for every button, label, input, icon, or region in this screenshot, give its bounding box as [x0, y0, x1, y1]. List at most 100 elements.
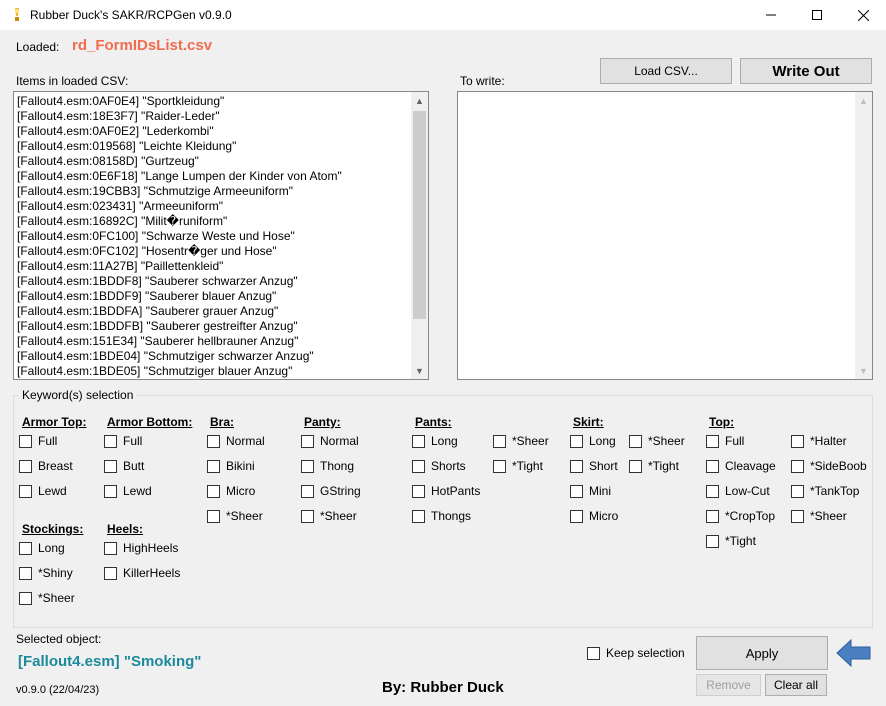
checkbox-armor-bottom-full[interactable]: Full	[104, 433, 142, 449]
window-title: Rubber Duck's SAKR/RCPGen v0.9.0	[30, 8, 232, 22]
checkbox-bra-normal[interactable]: Normal	[207, 433, 265, 449]
checkbox-pants-shorts[interactable]: Shorts	[412, 458, 466, 474]
clear-all-button[interactable]: Clear all	[765, 674, 827, 696]
checkbox-top-low-cut[interactable]: Low-Cut	[706, 483, 770, 499]
checkbox-skirt-long[interactable]: Long	[570, 433, 616, 449]
checkbox-panty-sheer[interactable]: *Sheer	[301, 508, 357, 524]
list-item[interactable]: [Fallout4.esm:18E3F7] "Raider-Leder"	[14, 109, 428, 124]
arrow-left-icon	[836, 638, 871, 668]
checkbox-pants-thongs[interactable]: Thongs	[412, 508, 471, 524]
bra-header: Bra:	[210, 415, 235, 429]
list-item[interactable]: [Fallout4.esm:1BDE04] "Schmutziger schwa…	[14, 349, 428, 364]
list-item[interactable]: [Fallout4.esm:1BDE05] "Schmutziger blaue…	[14, 364, 428, 379]
scroll-down-icon[interactable]: ▼	[855, 362, 872, 379]
top-header: Top:	[709, 415, 735, 429]
title-bar: Rubber Duck's SAKR/RCPGen v0.9.0	[0, 0, 886, 30]
list-item[interactable]: [Fallout4.esm:0FC102] "Hosentr�ger und H…	[14, 244, 428, 259]
checkbox-top-sideboob[interactable]: *SideBoob	[791, 458, 867, 474]
loaded-filename: rd_FormIDsList.csv	[72, 37, 213, 54]
skirt-header: Skirt:	[573, 415, 604, 429]
checkbox-skirt-micro[interactable]: Micro	[570, 508, 618, 524]
list-item[interactable]: [Fallout4.esm:0AF0E2] "Lederkombi"	[14, 124, 428, 139]
list-item[interactable]: [Fallout4.esm:19CBB3] "Schmutzige Armeeu…	[14, 184, 428, 199]
to-write-scrollbar[interactable]: ▲ ▼	[855, 92, 872, 379]
checkbox-pants-long[interactable]: Long	[412, 433, 458, 449]
checkbox-panty-thong[interactable]: Thong	[301, 458, 354, 474]
list-item[interactable]: [Fallout4.esm:1BDDF9] "Sauberer blauer A…	[14, 289, 428, 304]
checkbox-armor-bottom-lewd[interactable]: Lewd	[104, 483, 152, 499]
checkbox-pants-hotpants[interactable]: HotPants	[412, 483, 480, 499]
to-write-listbox[interactable]: ▲ ▼	[457, 91, 873, 380]
author-label: By: Rubber Duck	[382, 679, 504, 696]
scroll-thumb[interactable]	[413, 111, 426, 319]
list-item[interactable]: [Fallout4.esm:1BDDFB] "Sauberer gestreif…	[14, 319, 428, 334]
checkbox-panty-gstring[interactable]: GString	[301, 483, 361, 499]
checkbox-top-full[interactable]: Full	[706, 433, 744, 449]
list-item[interactable]: [Fallout4.esm:019568] "Leichte Kleidung"	[14, 139, 428, 154]
checkbox-stockings-long[interactable]: Long	[19, 540, 65, 556]
checkbox-top-cleavage[interactable]: Cleavage	[706, 458, 776, 474]
maximize-icon	[812, 10, 822, 20]
checkbox-top-halter[interactable]: *Halter	[791, 433, 847, 449]
checkbox-armor-top-full[interactable]: Full	[19, 433, 57, 449]
checkbox-stockings-sheer[interactable]: *Sheer	[19, 590, 75, 606]
csv-items-listbox[interactable]: [Fallout4.esm:0AF0E4] "Sportkleidung" [F…	[13, 91, 429, 380]
csv-list-scrollbar[interactable]: ▲ ▼	[411, 92, 428, 379]
checkbox-top-croptop[interactable]: *CropTop	[706, 508, 775, 524]
checkbox-pants-sheer[interactable]: *Sheer	[493, 433, 549, 449]
checkbox-stockings-shiny[interactable]: *Shiny	[19, 565, 73, 581]
checkbox-skirt-sheer[interactable]: *Sheer	[629, 433, 685, 449]
apply-button[interactable]: Apply	[696, 636, 828, 670]
minimize-button[interactable]	[748, 0, 794, 30]
checkbox-bra-sheer[interactable]: *Sheer	[207, 508, 263, 524]
checkbox-heels-killerheels[interactable]: KillerHeels	[104, 565, 180, 581]
close-button[interactable]	[840, 0, 886, 30]
list-item[interactable]: [Fallout4.esm:08158D] "Gurtzeug"	[14, 154, 428, 169]
keep-selection-checkbox[interactable]: Keep selection	[587, 645, 685, 661]
list-item[interactable]: [Fallout4.esm:1BDDFA] "Sauberer grauer A…	[14, 304, 428, 319]
checkbox-top-tight[interactable]: *Tight	[706, 533, 756, 549]
panty-header: Panty:	[304, 415, 341, 429]
list-item[interactable]: [Fallout4.esm:1BDDF8] "Sauberer schwarze…	[14, 274, 428, 289]
write-out-button[interactable]: Write Out	[740, 58, 872, 84]
checkbox-bra-micro[interactable]: Micro	[207, 483, 255, 499]
scroll-down-icon[interactable]: ▼	[411, 362, 428, 379]
version-label: v0.9.0 (22/04/23)	[16, 684, 100, 696]
checkbox-skirt-short[interactable]: Short	[570, 458, 618, 474]
stockings-header: Stockings:	[22, 522, 84, 536]
scroll-up-icon[interactable]: ▲	[411, 92, 428, 109]
list-item[interactable]: [Fallout4.esm:0AF0E4] "Sportkleidung"	[14, 94, 428, 109]
selected-object-value: [Fallout4.esm] "Smoking"	[18, 653, 202, 670]
selected-object-label: Selected object:	[16, 632, 102, 646]
checkbox-armor-bottom-butt[interactable]: Butt	[104, 458, 144, 474]
list-item[interactable]: [Fallout4.esm:151E34] "Sauberer hellbrau…	[14, 334, 428, 349]
checkbox-panty-normal[interactable]: Normal	[301, 433, 359, 449]
checkbox-bra-bikini[interactable]: Bikini	[207, 458, 255, 474]
remove-button[interactable]: Remove	[696, 674, 761, 696]
checkbox-skirt-mini[interactable]: Mini	[570, 483, 611, 499]
scroll-up-icon[interactable]: ▲	[855, 92, 872, 109]
csv-items-list: [Fallout4.esm:0AF0E4] "Sportkleidung" [F…	[14, 92, 428, 379]
checkbox-armor-top-lewd[interactable]: Lewd	[19, 483, 67, 499]
checkbox-skirt-tight[interactable]: *Tight	[629, 458, 679, 474]
checkbox-top-tanktop[interactable]: *TankTop	[791, 483, 859, 499]
list-item[interactable]: [Fallout4.esm:023431] "Armeeuniform"	[14, 199, 428, 214]
checkbox-heels-highheels[interactable]: HighHeels	[104, 540, 178, 556]
minimize-icon	[766, 14, 776, 16]
list-item[interactable]: [Fallout4.esm:11A27B] "Paillettenkleid"	[14, 259, 428, 274]
checkbox-top-sheer[interactable]: *Sheer	[791, 508, 847, 524]
load-csv-button[interactable]: Load CSV...	[600, 58, 732, 84]
to-write-label: To write:	[460, 74, 505, 88]
list-item[interactable]: [Fallout4.esm:16892C] "Milit�runiform"	[14, 214, 428, 229]
app-icon	[15, 8, 19, 21]
maximize-button[interactable]	[794, 0, 840, 30]
checkbox-armor-top-breast[interactable]: Breast	[19, 458, 73, 474]
items-list-label: Items in loaded CSV:	[16, 74, 129, 88]
armor-top-header: Armor Top:	[22, 415, 87, 429]
keyword-selection-title: Keyword(s) selection	[19, 388, 137, 402]
heels-header: Heels:	[107, 522, 144, 536]
loaded-label: Loaded:	[16, 40, 60, 54]
list-item[interactable]: [Fallout4.esm:0E6F18] "Lange Lumpen der …	[14, 169, 428, 184]
checkbox-pants-tight[interactable]: *Tight	[493, 458, 543, 474]
list-item[interactable]: [Fallout4.esm:0FC100] "Schwarze Weste un…	[14, 229, 428, 244]
